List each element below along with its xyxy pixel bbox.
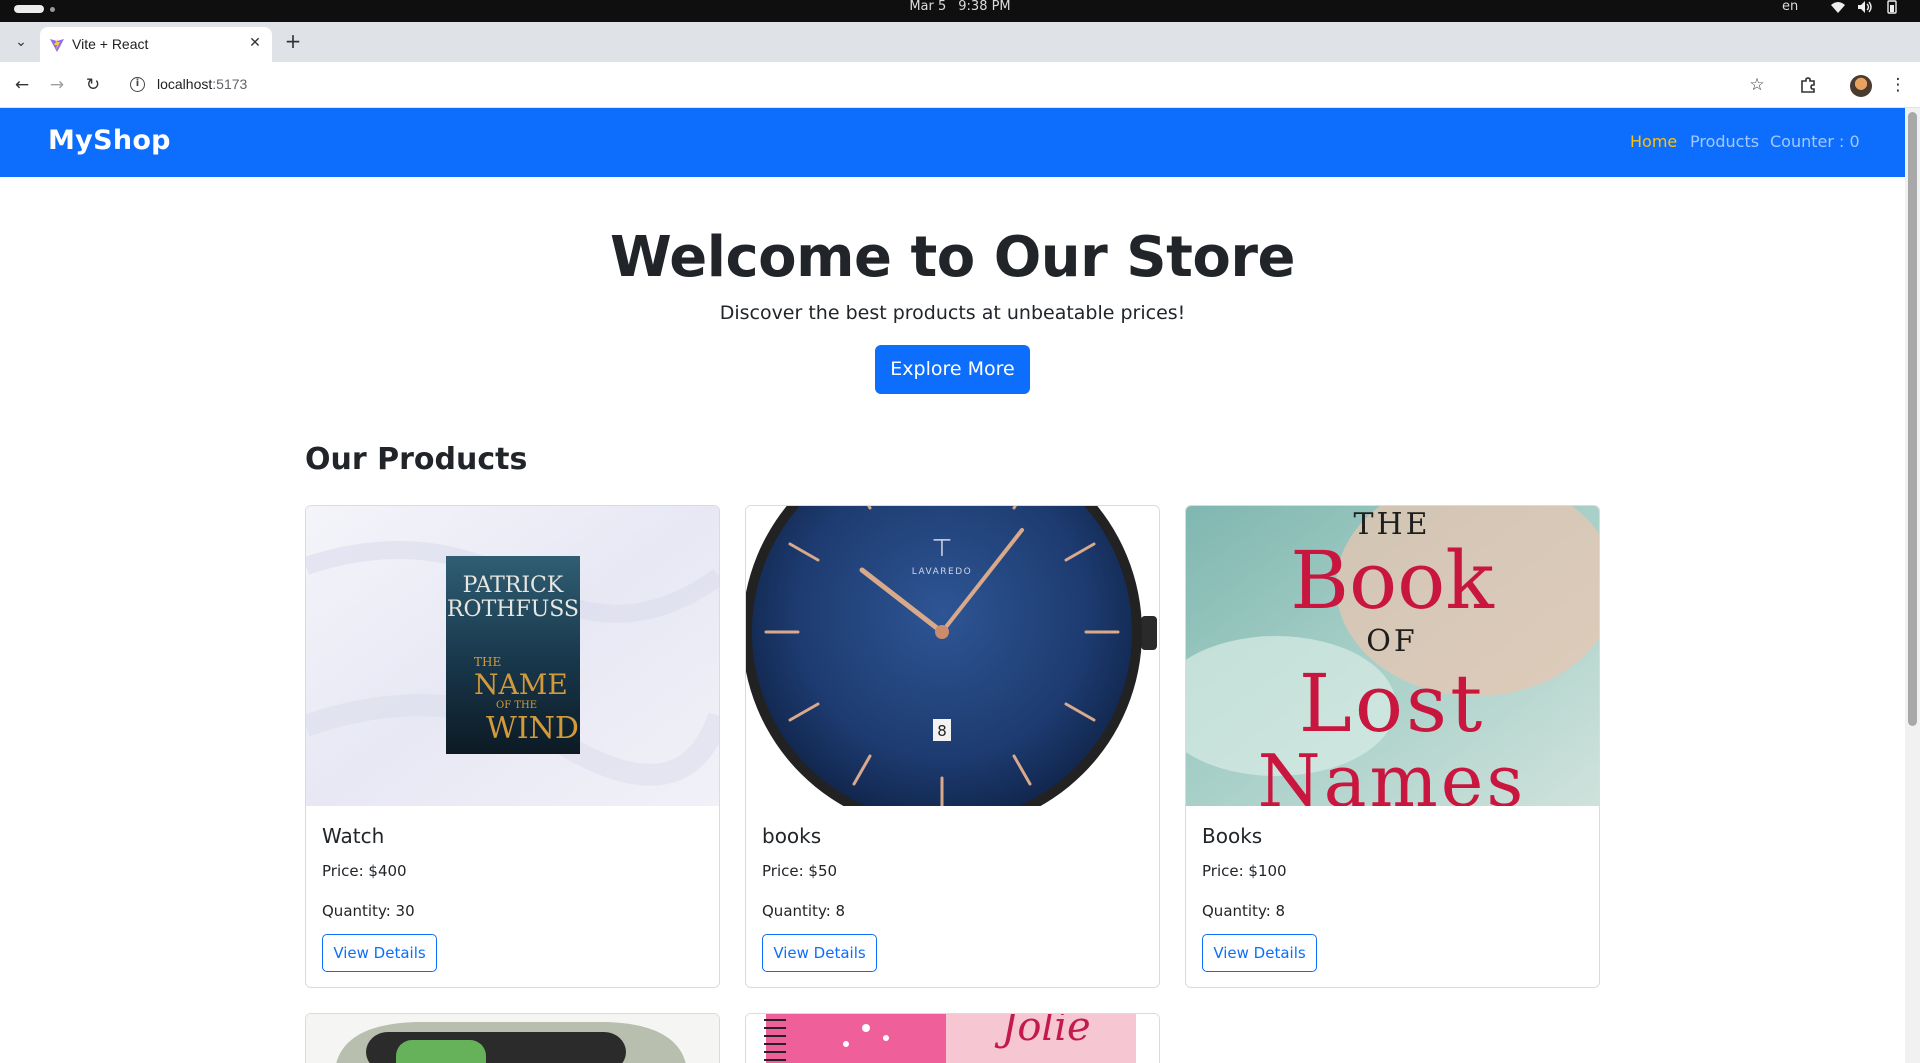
new-tab-plus-icon[interactable]: +	[282, 31, 304, 53]
svg-text:Book: Book	[1290, 534, 1495, 627]
view-details-button[interactable]: View Details	[322, 934, 437, 972]
view-details-button[interactable]: View Details	[1202, 934, 1317, 972]
svg-text:OF: OF	[1366, 624, 1417, 659]
site-navbar: MyShop Home Products Counter : 0	[0, 108, 1905, 177]
nav-link-counter[interactable]: Counter : 0	[1770, 132, 1860, 151]
nav-link-home[interactable]: Home	[1630, 132, 1677, 151]
bookmark-star-icon[interactable]: ☆	[1745, 73, 1769, 97]
product-card-partial: Jolie	[745, 1013, 1160, 1063]
browser-tab-strip: ⌄ Vite + React ✕ +	[0, 22, 1920, 62]
url-port: :5173	[212, 76, 248, 92]
svg-text:ROTHFUSS: ROTHFUSS	[447, 597, 579, 622]
site-info-icon[interactable]: i	[130, 77, 145, 92]
profile-avatar[interactable]	[1850, 75, 1872, 97]
product-name: books	[762, 824, 822, 848]
vite-logo-icon	[50, 38, 64, 52]
scrollbar-thumb[interactable]	[1908, 112, 1917, 726]
product-image-wristwatch: ⊤ LAVAREDO 8	[746, 506, 1159, 806]
product-price: Price: $50	[762, 862, 838, 880]
forward-arrow-icon[interactable]: →	[45, 73, 69, 97]
language-indicator[interactable]: en	[1782, 0, 1798, 14]
products-section-title: Our Products	[305, 442, 528, 477]
extensions-puzzle-icon[interactable]	[1796, 73, 1820, 97]
clock-date: Mar 5	[909, 0, 947, 14]
svg-text:Names: Names	[1258, 739, 1527, 806]
reload-icon[interactable]: ↻	[81, 73, 105, 97]
url-text[interactable]: localhost:5173	[157, 76, 247, 92]
browser-tab-active[interactable]: Vite + React ✕	[40, 27, 272, 62]
browser-toolbar: ← → ↻ i localhost:5173 ☆ ⋮	[0, 62, 1920, 108]
wifi-icon[interactable]	[1830, 0, 1846, 14]
svg-text:⊤: ⊤	[932, 534, 953, 562]
product-image-book-cover: PATRICK ROTHFUSS THE NAME OF THE WIND	[306, 506, 719, 806]
product-name: Watch	[322, 824, 385, 848]
url-host: localhost	[157, 76, 213, 92]
navbar-brand[interactable]: MyShop	[48, 125, 171, 156]
battery-icon[interactable]	[1884, 0, 1900, 14]
svg-text:THE: THE	[474, 655, 501, 669]
svg-text:LAVAREDO: LAVAREDO	[912, 567, 973, 577]
browser-menu-kebab-icon[interactable]: ⋮	[1886, 73, 1910, 97]
product-card: ⊤ LAVAREDO 8 books Price: $50 Quantity: …	[745, 505, 1160, 988]
product-image-smartwatch	[306, 1014, 719, 1063]
tab-search-chevron-icon[interactable]: ⌄	[10, 31, 32, 53]
product-quantity: Quantity: 8	[1202, 902, 1286, 920]
product-image-notebook: Jolie	[746, 1014, 1159, 1063]
nav-link-products[interactable]: Products	[1690, 132, 1759, 151]
view-details-button[interactable]: View Details	[762, 934, 877, 972]
tab-title: Vite + React	[72, 36, 149, 52]
svg-text:NAME: NAME	[474, 668, 568, 701]
product-card: THE Book OF Lost Names Books Price: $100…	[1185, 505, 1600, 988]
os-top-bar: Mar 5 9:38 PM en	[0, 0, 1920, 22]
svg-text:Jolie: Jolie	[994, 1014, 1090, 1050]
product-quantity: Quantity: 30	[322, 902, 415, 920]
explore-more-button[interactable]: Explore More	[875, 345, 1030, 394]
svg-text:WIND: WIND	[486, 711, 579, 746]
svg-text:OF THE: OF THE	[496, 700, 537, 711]
svg-text:PATRICK: PATRICK	[463, 573, 564, 598]
product-card-partial	[305, 1013, 720, 1063]
product-name: Books	[1202, 824, 1263, 848]
hero-title: Welcome to Our Store	[610, 225, 1295, 290]
clock[interactable]: Mar 5 9:38 PM	[0, 0, 1920, 14]
tab-close-icon[interactable]: ✕	[246, 34, 264, 52]
address-bar[interactable]: i localhost:5173	[124, 69, 1764, 101]
back-arrow-icon[interactable]: ←	[10, 73, 34, 97]
product-price: Price: $100	[1202, 862, 1287, 880]
clock-time: 9:38 PM	[958, 0, 1011, 14]
product-card: PATRICK ROTHFUSS THE NAME OF THE WIND Wa…	[305, 505, 720, 988]
product-quantity: Quantity: 8	[762, 902, 846, 920]
page-scrollbar[interactable]	[1905, 108, 1920, 1063]
product-image-book-cover: THE Book OF Lost Names	[1186, 506, 1599, 806]
svg-text:Lost: Lost	[1299, 657, 1486, 750]
svg-text:8: 8	[937, 722, 947, 740]
hero-subtitle: Discover the best products at unbeatable…	[719, 302, 1186, 324]
volume-icon[interactable]	[1857, 0, 1873, 14]
product-price: Price: $400	[322, 862, 407, 880]
